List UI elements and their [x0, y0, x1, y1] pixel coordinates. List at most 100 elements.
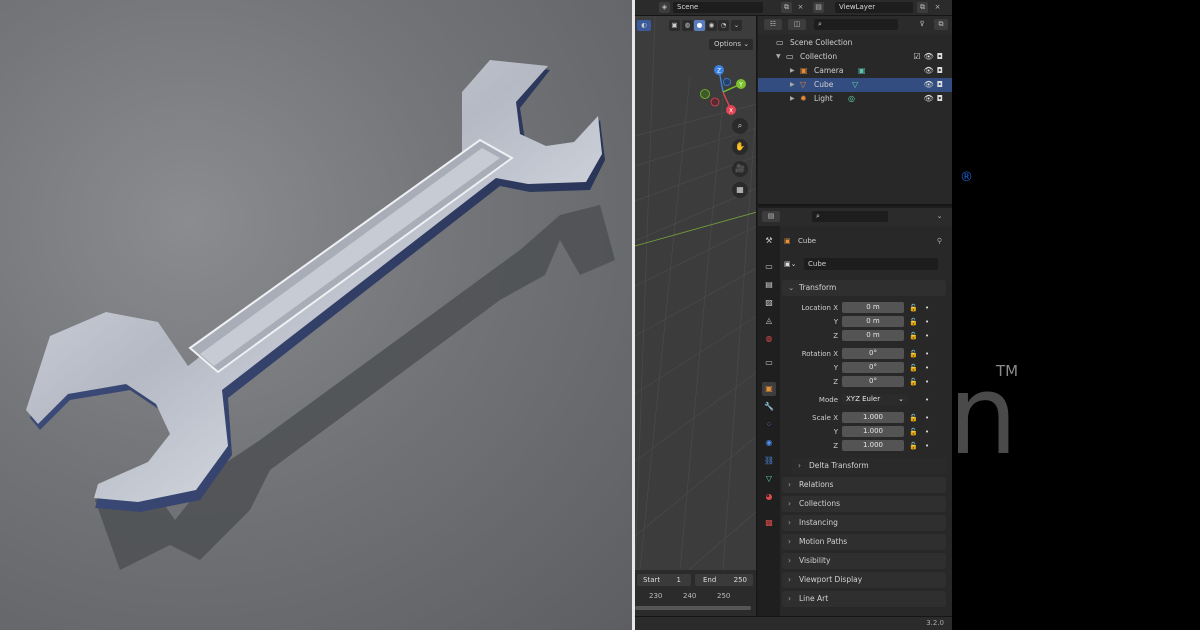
data-tab-icon[interactable]: ▽	[762, 472, 776, 486]
outliner-search-input[interactable]: ⌕	[814, 19, 898, 30]
modifier-wrench-icon[interactable]: 🔧	[762, 400, 776, 414]
view-layer-tab-icon[interactable]: ▨	[762, 296, 776, 310]
object-tab-icon[interactable]: ▣	[762, 382, 776, 396]
world-tab-icon[interactable]: ◍	[762, 332, 776, 346]
scene-collection-row[interactable]: ▭ Scene Collection	[758, 36, 952, 50]
viewport-display-panel[interactable]: › Viewport Display	[782, 572, 946, 588]
collection-row[interactable]: ▼ ▭ Collection ☑👁◘	[758, 50, 952, 64]
outliner-item-light[interactable]: ▶ ✹ Light ◎ 👁◘	[758, 92, 952, 106]
end-frame-field[interactable]: End 250	[695, 574, 753, 586]
keyframe-dot[interactable]: •	[925, 348, 929, 360]
location-y-field[interactable]: 0 m	[842, 316, 904, 327]
lock-icon[interactable]: 🔓	[909, 412, 918, 424]
keyframe-dot[interactable]: •	[925, 376, 929, 388]
scale-z-field[interactable]: 1.000	[842, 440, 904, 451]
expand-down-icon[interactable]: ▼	[776, 50, 781, 64]
outliner-item-camera[interactable]: ▶ ▣ Camera ▣ 👁◘	[758, 64, 952, 78]
new-viewlayer-icon[interactable]: ⧉	[917, 2, 928, 13]
expand-right-icon[interactable]: ▶	[790, 92, 795, 106]
rotation-z-field[interactable]: 0°	[842, 376, 904, 387]
delete-scene-icon[interactable]: ×	[795, 2, 806, 13]
chevron-down-icon[interactable]: ⌄	[934, 211, 945, 222]
location-x-field[interactable]: 0 m	[842, 302, 904, 313]
display-mode-icon[interactable]: ☷	[764, 19, 782, 30]
instancing-panel[interactable]: › Instancing	[782, 515, 946, 531]
visibility-toggles[interactable]: ☑👁◘	[913, 50, 946, 64]
xray-icon[interactable]: ▣	[669, 20, 680, 31]
lock-icon[interactable]: 🔓	[909, 348, 918, 360]
lock-icon[interactable]: 🔓	[909, 330, 918, 342]
options-dropdown[interactable]: Options ⌄	[709, 39, 753, 50]
keyframe-dot[interactable]: •	[925, 394, 929, 406]
scale-y-field[interactable]: 1.000	[842, 426, 904, 437]
perspective-grid-icon[interactable]: ▦	[732, 182, 748, 198]
new-collection-icon[interactable]: ⧉	[934, 19, 948, 30]
editor-type-icon[interactable]: ▤	[762, 211, 780, 222]
physics-tab-icon[interactable]: ◉	[762, 436, 776, 450]
lock-icon[interactable]: 🔓	[909, 302, 918, 314]
relations-panel[interactable]: › Relations	[782, 477, 946, 493]
new-scene-icon[interactable]: ⧉	[781, 2, 792, 13]
scene-tab-icon[interactable]: ◬	[762, 314, 776, 328]
shading-dropdown-icon[interactable]: ⌄	[731, 20, 742, 31]
rotation-y-field[interactable]: 0°	[842, 362, 904, 373]
particles-tab-icon[interactable]: ⁘	[762, 418, 776, 432]
expand-right-icon[interactable]: ▶	[790, 64, 795, 78]
collections-panel[interactable]: › Collections	[782, 496, 946, 512]
material-tab-icon[interactable]: ◕	[762, 490, 776, 504]
expand-right-icon[interactable]: ▶	[790, 78, 795, 92]
rendered-shading-icon[interactable]: ◔	[718, 20, 729, 31]
lock-icon[interactable]: 🔓	[909, 376, 918, 388]
lock-icon[interactable]: 🔓	[909, 426, 918, 438]
keyframe-dot[interactable]: •	[925, 330, 929, 342]
object-data-icon[interactable]: ▣⌄	[784, 258, 796, 270]
3d-viewport[interactable]: ◐ ▣ ◍ ● ◉ ◔ ⌄ Options ⌄ Z Y X ⌕ ✋ 🎥 ▦	[635, 16, 757, 570]
viewlayer-browse-icon[interactable]: ▤	[813, 2, 824, 13]
visibility-toggles[interactable]: 👁◘	[924, 92, 946, 106]
rotation-mode-dropdown[interactable]: XYZ Euler ⌄	[842, 394, 908, 405]
outliner-item-cube[interactable]: ▶ ▽ Cube ▽ 👁◘	[758, 78, 952, 92]
zoom-icon[interactable]: ⌕	[732, 118, 748, 134]
scene-selector[interactable]: Scene	[673, 2, 763, 13]
rotation-x-field[interactable]: 0°	[842, 348, 904, 359]
pan-hand-icon[interactable]: ✋	[732, 139, 748, 155]
wireframe-shading-icon[interactable]: ◍	[682, 20, 693, 31]
visibility-toggles[interactable]: 👁◘	[924, 64, 946, 78]
overlay-toggle-icon[interactable]: ◐	[637, 20, 651, 31]
collection-tab-icon[interactable]: ▭	[762, 356, 776, 370]
texture-tab-icon[interactable]: ▩	[762, 516, 776, 530]
keyframe-dot[interactable]: •	[925, 362, 929, 374]
location-z-field[interactable]: 0 m	[842, 330, 904, 341]
delete-viewlayer-icon[interactable]: ×	[932, 2, 943, 13]
visibility-toggles[interactable]: 👁◘	[924, 78, 946, 92]
tool-tab-icon[interactable]: ⚒	[762, 234, 776, 248]
keyframe-dot[interactable]: •	[925, 316, 929, 328]
render-tab-icon[interactable]: ▭	[762, 260, 776, 274]
navigation-gizmo[interactable]: Z Y X	[693, 60, 753, 120]
start-frame-field[interactable]: Start 1	[637, 574, 691, 586]
transform-panel-header[interactable]: ⌄ Transform	[782, 280, 946, 296]
timeline-scrollbar[interactable]	[635, 606, 751, 610]
object-name-field[interactable]: Cube	[804, 258, 938, 270]
properties-search-input[interactable]: ⌕	[812, 211, 888, 222]
pin-icon[interactable]: ⚲	[937, 234, 942, 248]
camera-view-icon[interactable]: 🎥	[732, 161, 748, 177]
solid-shading-icon[interactable]: ●	[694, 20, 705, 31]
output-tab-icon[interactable]: ▤	[762, 278, 776, 292]
viewlayer-selector[interactable]: ViewLayer	[835, 2, 913, 13]
lock-icon[interactable]: 🔓	[909, 316, 918, 328]
keyframe-dot[interactable]: •	[925, 302, 929, 314]
motion-paths-panel[interactable]: › Motion Paths	[782, 534, 946, 550]
lock-icon[interactable]: 🔓	[909, 362, 918, 374]
constraints-tab-icon[interactable]: ⛓	[762, 454, 776, 468]
lock-icon[interactable]: 🔓	[909, 440, 918, 452]
filter-icon[interactable]: ⊽	[914, 19, 930, 30]
filter-view-icon[interactable]: ◫	[788, 19, 806, 30]
scale-x-field[interactable]: 1.000	[842, 412, 904, 423]
delta-transform-subpanel[interactable]: › Delta Transform	[792, 458, 946, 474]
keyframe-dot[interactable]: •	[925, 426, 929, 438]
keyframe-dot[interactable]: •	[925, 412, 929, 424]
material-shading-icon[interactable]: ◉	[706, 20, 717, 31]
scene-browse-icon[interactable]: ◈	[659, 2, 670, 13]
keyframe-dot[interactable]: •	[925, 440, 929, 452]
